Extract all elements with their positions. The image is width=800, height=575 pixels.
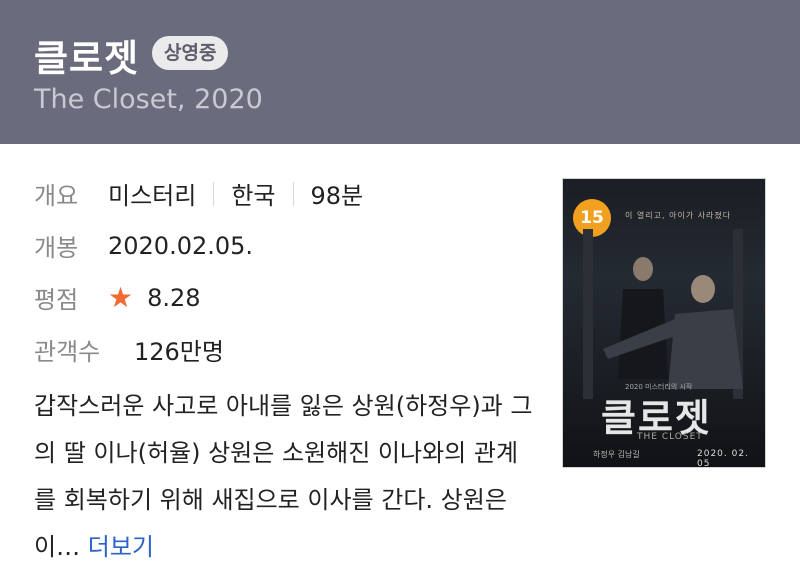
- audience-label: 관객수: [34, 338, 101, 366]
- movie-poster[interactable]: 15 이 열리고, 아이가 사라졌다 2020 미스터리의 시작 클로젯 THE…: [562, 178, 766, 468]
- overview-row: 개요 미스터리 한국 98분: [34, 176, 363, 211]
- audience-value: 126만명: [134, 338, 224, 366]
- release-label: 개봉: [34, 234, 79, 262]
- movie-title: 클로젯: [34, 37, 140, 80]
- synopsis: 갑작스러운 사고로 아내를 잃은 상원(하정우)과 그의 딸 이나(허율) 상원…: [34, 383, 534, 571]
- divider: [213, 181, 215, 206]
- status-badge: 상영중: [152, 36, 229, 70]
- divider: [292, 181, 294, 206]
- genre-value: 미스터리: [108, 182, 197, 210]
- overview-label: 개요: [34, 182, 79, 210]
- poster-cast: 하정우 김남길: [593, 450, 640, 459]
- poster-date: 2020. 02. 05: [697, 449, 749, 468]
- runtime-value: 98분: [310, 182, 364, 210]
- movie-header: 클로젯 상영중 The Closet, 2020: [0, 0, 800, 144]
- more-link[interactable]: 더보기: [88, 533, 154, 561]
- release-date-value: 2020.02.05.: [108, 231, 254, 260]
- audience-row: 관객수 126만명: [34, 332, 224, 367]
- country-value: 한국: [231, 182, 276, 210]
- star-icon: ★: [108, 280, 134, 314]
- release-row: 개봉 2020.02.05.: [34, 228, 253, 263]
- movie-subtitle: The Closet, 2020: [34, 84, 263, 115]
- rating-row: 평점 ★ 8.28: [34, 280, 201, 315]
- poster-subtitle: THE CLOSET: [637, 432, 703, 442]
- rating-value: 8.28: [147, 283, 201, 312]
- rating-label: 평점: [34, 286, 79, 314]
